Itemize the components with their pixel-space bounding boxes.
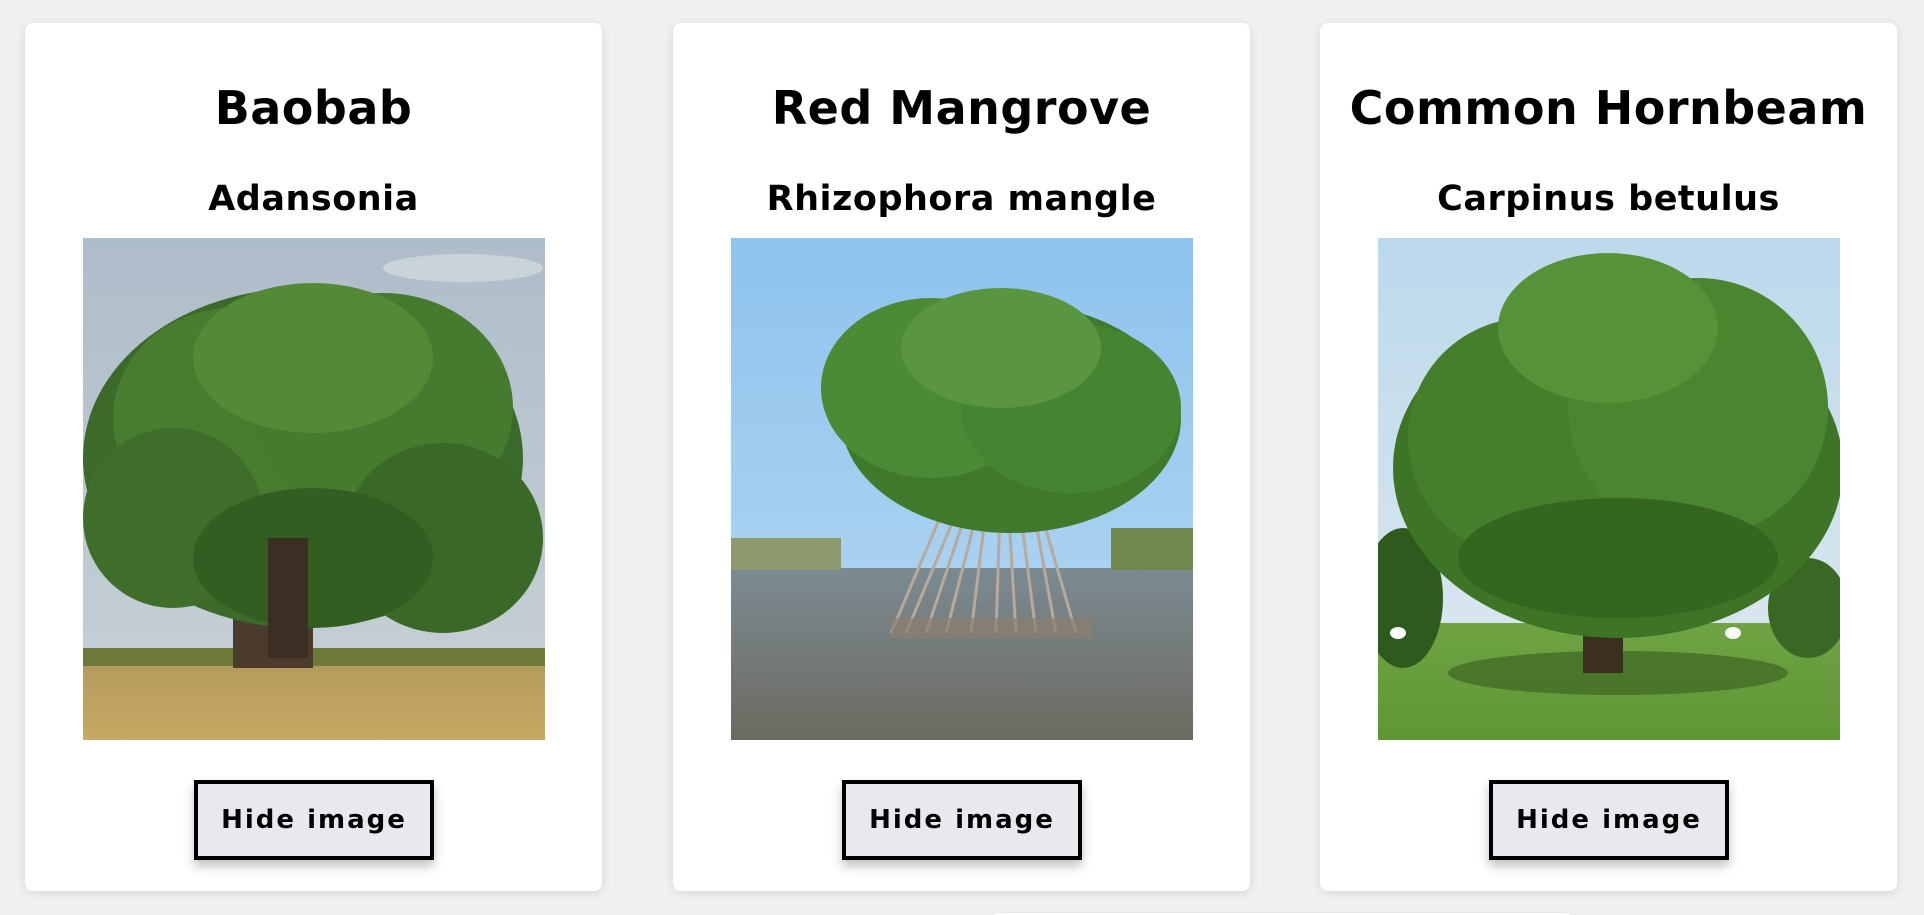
card-title: Common Hornbeam	[1349, 81, 1868, 135]
tree-card-red-mangrove: Red Mangrove Rhizophora mangle Hide imag…	[673, 23, 1250, 891]
card-subtitle: Rhizophora mangle	[766, 179, 1157, 219]
tree-photo-baobab	[83, 238, 545, 740]
hide-image-button[interactable]: Hide image	[1489, 780, 1729, 860]
tree-card-baobab: Baobab Adansonia Hide image	[25, 23, 602, 891]
tree-photo-red-mangrove	[731, 238, 1193, 740]
card-title: Red Mangrove	[771, 81, 1152, 135]
tree-photo-common-hornbeam	[1378, 238, 1840, 740]
card-title: Baobab	[214, 81, 413, 135]
card-subtitle: Carpinus betulus	[1437, 179, 1780, 219]
hide-image-button[interactable]: Hide image	[194, 780, 434, 860]
tree-card-common-hornbeam: Common Hornbeam Carpinus betulus Hide im…	[1320, 23, 1897, 891]
hide-image-button[interactable]: Hide image	[842, 780, 1082, 860]
card-gallery: Baobab Adansonia Hide image Red Mangrove…	[0, 0, 1924, 915]
card-subtitle: Adansonia	[208, 179, 419, 219]
